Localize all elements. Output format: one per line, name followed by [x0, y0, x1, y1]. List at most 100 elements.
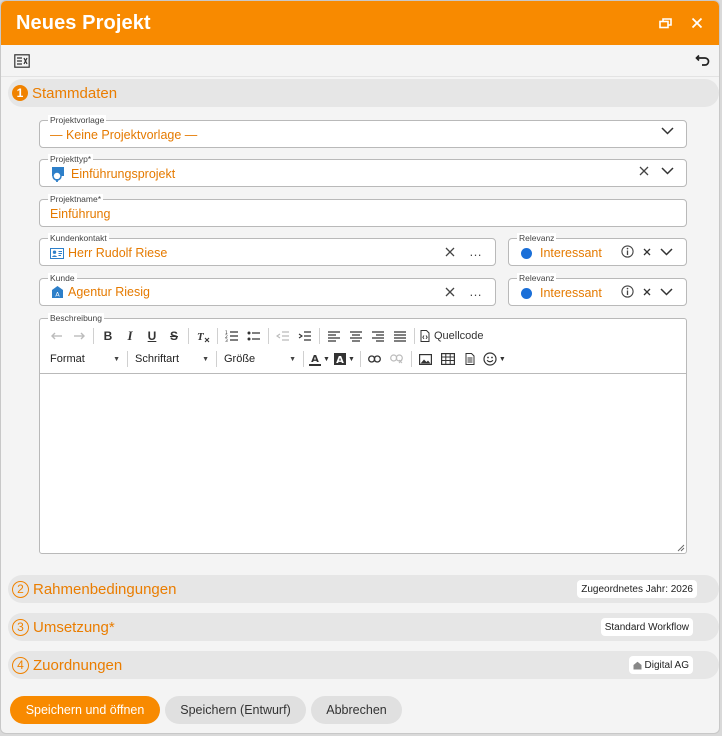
restore-window-button[interactable] — [657, 15, 673, 31]
bold-button[interactable]: B — [97, 326, 119, 346]
clear-icon[interactable] — [445, 287, 455, 297]
form-settings-button[interactable] — [13, 52, 31, 70]
redo-edit-button[interactable] — [68, 326, 90, 346]
clear-icon[interactable] — [643, 248, 651, 256]
projektname-field[interactable]: Projektname* Einführung — [39, 194, 687, 227]
underline-button[interactable]: U — [141, 326, 163, 346]
relevanz-field-1[interactable]: Relevanz Interessant — [508, 233, 687, 266]
chevron-down-icon[interactable] — [660, 287, 673, 296]
svg-text:A: A — [311, 354, 319, 365]
relevanz-field-2[interactable]: Relevanz Interessant — [508, 273, 687, 306]
dialog-title: Neues Projekt — [16, 11, 151, 34]
justify-button[interactable] — [389, 326, 411, 346]
new-project-dialog: Neues Projekt 1 Stammdaten Projektvorlag… — [0, 0, 720, 734]
kundenkontakt-value: Herr Rudolf Riese — [68, 246, 168, 260]
section-number: 1 — [12, 85, 28, 101]
outdent-button[interactable] — [272, 326, 294, 346]
indent-icon — [298, 331, 311, 341]
svg-text:A: A — [55, 291, 60, 299]
clear-icon[interactable] — [639, 166, 649, 176]
emoji-button[interactable]: ▼ — [481, 349, 508, 369]
undo-icon — [694, 54, 709, 66]
editor-content-area[interactable] — [40, 375, 686, 553]
save-draft-button[interactable]: Speichern (Entwurf) — [165, 696, 306, 724]
align-center-button[interactable] — [345, 326, 367, 346]
section-rahmenbedingungen[interactable]: 2 Rahmenbedingungen Zugeordnetes Jahr: 2… — [8, 575, 719, 603]
cancel-button[interactable]: Abbrechen — [311, 696, 402, 724]
close-window-button[interactable] — [689, 15, 705, 31]
badge-label: Zugeordnetes Jahr: 2026 — [581, 583, 693, 595]
field-label: Projektname* — [48, 194, 104, 204]
table-icon — [440, 353, 455, 365]
kunde-field[interactable]: Kunde A Agentur Riesig … — [39, 273, 496, 306]
window-controls — [657, 15, 705, 31]
italic-button[interactable]: I — [119, 326, 141, 346]
chevron-down-icon[interactable] — [661, 167, 674, 175]
image-button[interactable] — [415, 349, 437, 369]
align-left-button[interactable] — [323, 326, 345, 346]
field-label: Projekttyp* — [48, 154, 94, 164]
align-right-icon — [372, 330, 384, 342]
field-label: Projektvorlage — [48, 115, 107, 125]
font-select[interactable]: Schriftart ▼ — [131, 349, 213, 369]
projekttyp-value: Einführungsprojekt — [71, 167, 176, 181]
title-bar: Neues Projekt — [1, 1, 719, 45]
form-settings-icon — [14, 53, 30, 68]
undo-edit-button[interactable] — [46, 326, 68, 346]
text-color-button[interactable]: A ▼ — [307, 349, 332, 369]
clear-icon[interactable] — [643, 288, 651, 296]
source-code-label: Quellcode — [434, 330, 484, 342]
more-options-icon[interactable]: … — [469, 285, 483, 298]
strikethrough-button[interactable]: S — [163, 326, 185, 346]
image-icon — [419, 353, 433, 365]
link-button[interactable] — [364, 349, 386, 369]
field-label: Kundenkontakt — [48, 233, 109, 243]
kundenkontakt-field[interactable]: Kundenkontakt Herr Rudolf Riese … — [39, 233, 496, 266]
clear-icon[interactable] — [445, 247, 455, 257]
bullet-list-button[interactable] — [243, 326, 265, 346]
building-icon — [633, 661, 642, 669]
format-select[interactable]: Format ▼ — [46, 349, 124, 369]
more-options-icon[interactable]: … — [469, 245, 483, 258]
section-stammdaten[interactable]: 1 Stammdaten — [8, 79, 719, 107]
dialog-toolbar — [1, 45, 719, 77]
info-icon[interactable] — [621, 245, 634, 258]
caret-down-icon: ▼ — [113, 355, 120, 363]
numbered-list-button[interactable]: 123 — [221, 326, 243, 346]
unlink-button[interactable] — [386, 349, 408, 369]
info-icon[interactable] — [621, 285, 634, 298]
undo-arrow-icon — [51, 332, 62, 339]
section-title: Stammdaten — [32, 84, 118, 102]
remove-format-button[interactable]: T — [192, 326, 214, 346]
size-select-label: Größe — [224, 353, 256, 365]
undo-button[interactable] — [693, 52, 711, 70]
section-title: Zuordnungen — [33, 656, 123, 674]
svg-text:T: T — [197, 331, 205, 343]
numbered-list-icon: 123 — [225, 330, 238, 342]
source-code-button[interactable]: Quellcode — [418, 326, 486, 346]
close-icon — [691, 17, 703, 29]
chevron-down-icon[interactable] — [661, 127, 674, 135]
unlink-icon — [390, 354, 404, 364]
indent-button[interactable] — [294, 326, 316, 346]
projekttyp-field[interactable]: Projekttyp* Einführungsprojekt — [39, 154, 687, 187]
relevanz-value: Interessant — [540, 286, 602, 300]
section-umsetzung[interactable]: 3 Umsetzung* Standard Workflow — [8, 613, 719, 641]
section-zuordnungen[interactable]: 4 Zuordnungen Digital AG — [8, 651, 719, 679]
chevron-down-icon[interactable] — [660, 247, 673, 256]
source-code-icon — [420, 330, 430, 342]
save-and-open-button[interactable]: Speichern und öffnen — [10, 696, 160, 724]
link-icon — [368, 355, 382, 363]
emoji-icon — [483, 352, 497, 366]
section-number: 2 — [12, 580, 29, 598]
field-label: Kunde — [48, 273, 77, 283]
projektvorlage-field[interactable]: Projektvorlage — Keine Projektvorlage — — [39, 115, 687, 148]
size-select[interactable]: Größe ▼ — [220, 349, 300, 369]
background-color-button[interactable]: A ▼ — [332, 349, 357, 369]
resize-handle-icon[interactable] — [676, 543, 685, 552]
justify-icon — [394, 330, 406, 342]
align-right-button[interactable] — [367, 326, 389, 346]
field-label: Relevanz — [517, 233, 557, 243]
table-button[interactable] — [437, 349, 459, 369]
template-button[interactable] — [459, 349, 481, 369]
